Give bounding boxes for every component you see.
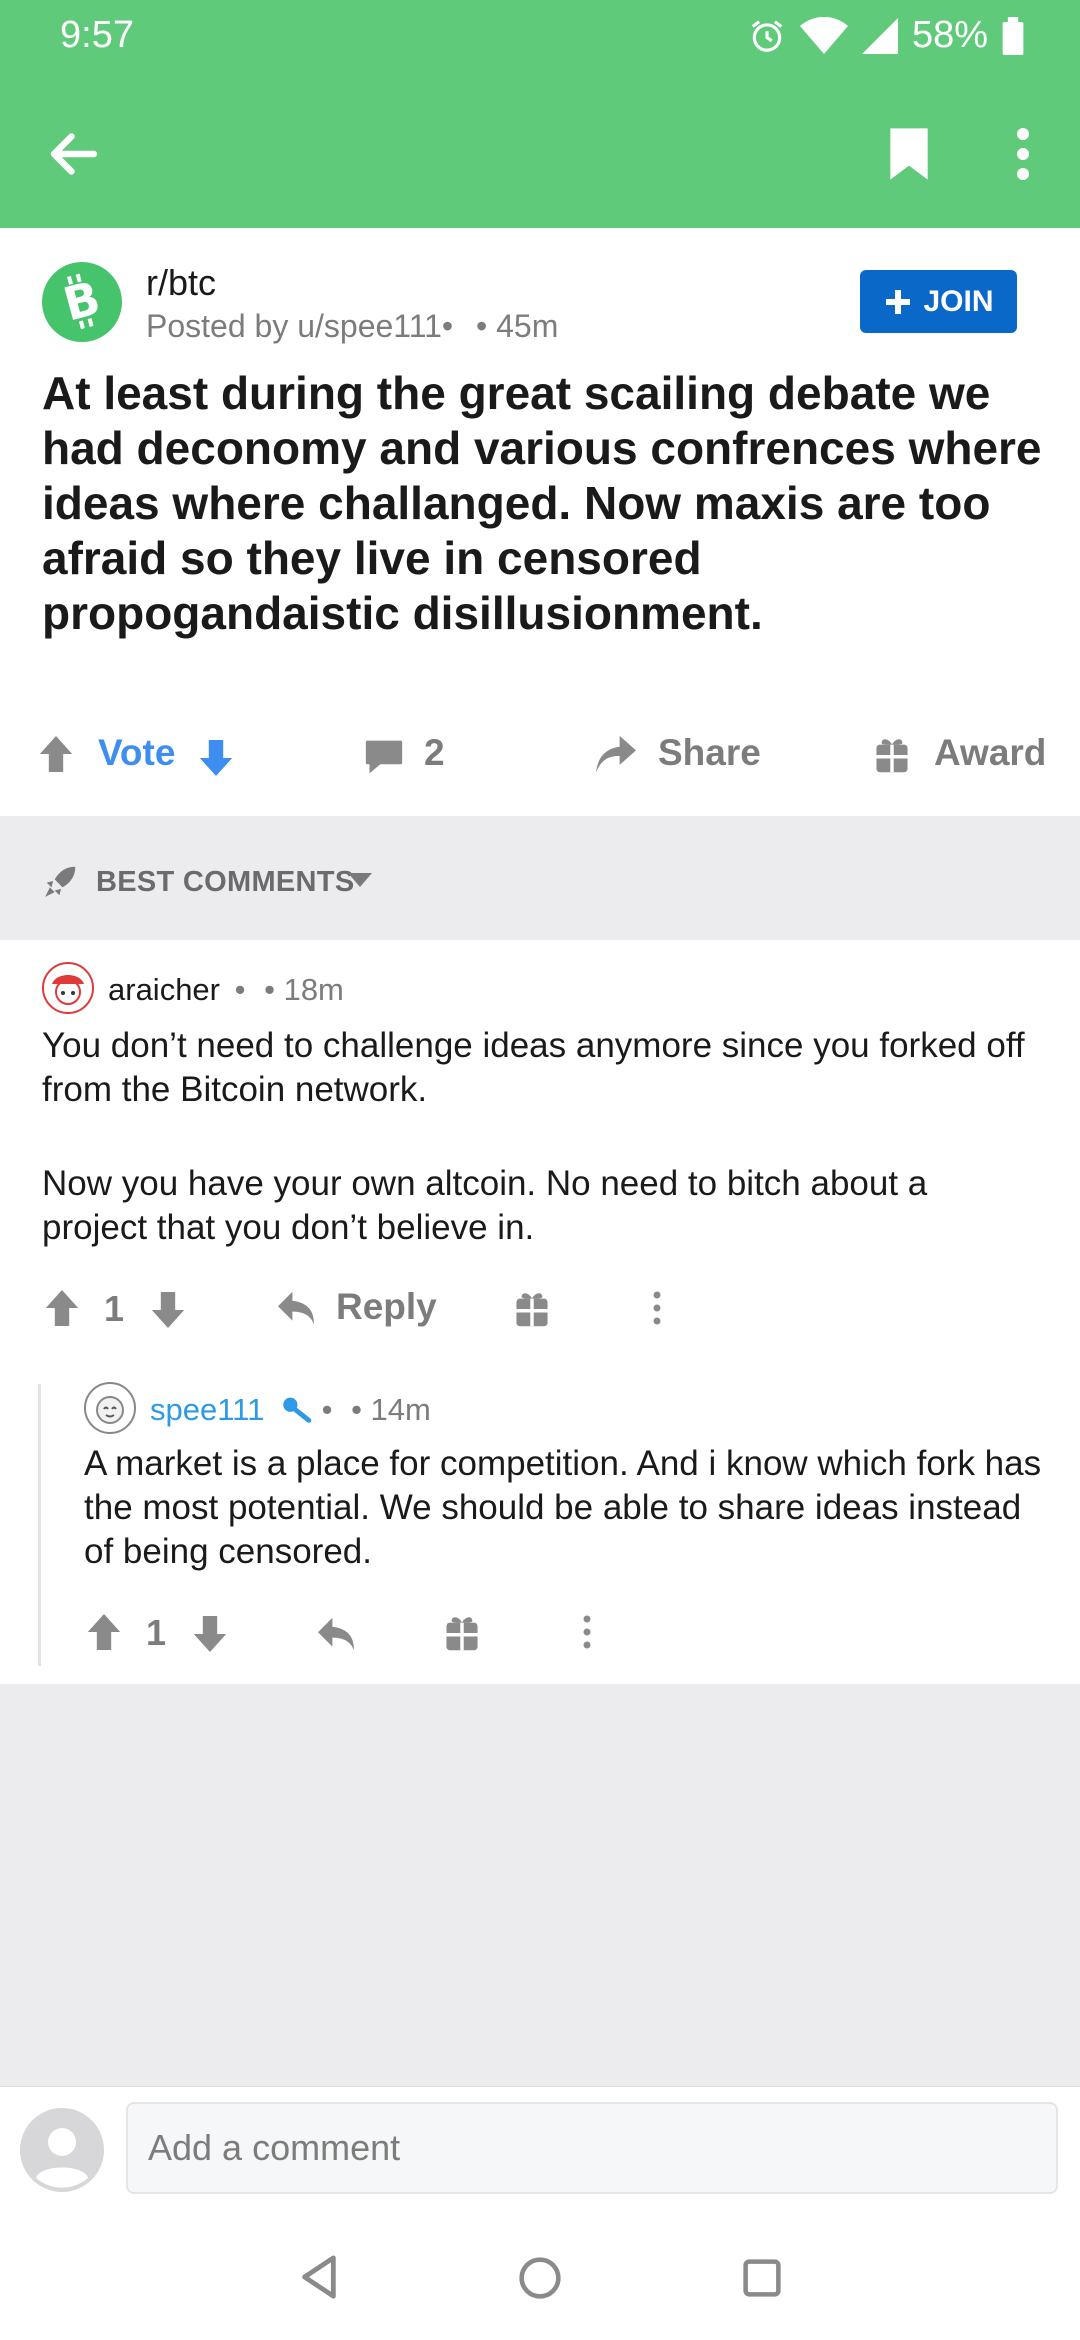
signal-icon — [861, 17, 898, 54]
upvote-icon[interactable] — [38, 734, 74, 774]
status-icons: 58% — [748, 14, 1024, 57]
battery-percent: 58% — [911, 14, 988, 56]
share-icon[interactable] — [594, 734, 638, 774]
thread-line[interactable] — [38, 1384, 41, 1666]
app-header: 9:57 58% — [0, 0, 1080, 228]
meta-separator: • — [234, 972, 246, 1007]
system-nav-bar — [0, 2214, 1080, 2340]
post-age: • 45m — [476, 308, 559, 344]
downvote-icon[interactable] — [198, 738, 234, 778]
comment-input-placeholder: Add a comment — [148, 2127, 401, 2168]
award-gift-icon[interactable] — [514, 1290, 550, 1328]
comment-author[interactable]: spee111 — [150, 1392, 264, 1427]
alarm-icon — [751, 19, 783, 52]
user-avatar-icon[interactable] — [20, 2108, 104, 2192]
post-title: At least during the great scailing debat… — [42, 367, 1042, 639]
award-gift-icon[interactable] — [444, 1614, 480, 1652]
posted-by[interactable]: Posted by u/spee111• — [146, 308, 453, 344]
comment-body: Now you have your own altcoin. No need t… — [42, 1164, 928, 1247]
downvote-icon[interactable] — [150, 1290, 186, 1330]
comment-score: 1 — [104, 1288, 125, 1329]
reply-arrow-icon[interactable] — [276, 1290, 316, 1326]
award-gift-icon[interactable] — [874, 736, 910, 774]
bitcoin-cash-icon: B — [58, 270, 106, 331]
award-label[interactable]: Award — [934, 732, 1046, 774]
post-action-bar: Vote 2 Share Award — [0, 716, 1080, 796]
rocket-icon — [45, 866, 76, 897]
downvote-icon[interactable] — [192, 1614, 228, 1654]
vote-label: Vote — [98, 732, 176, 773]
back-arrow-icon[interactable] — [44, 124, 104, 184]
comment-meta: araicher • • 18m — [108, 972, 344, 1008]
bookmark-icon[interactable] — [888, 126, 930, 182]
sort-label[interactable]: BEST COMMENTS — [96, 866, 354, 899]
battery-icon — [1002, 16, 1024, 55]
join-button[interactable]: JOIN — [860, 270, 1017, 333]
upvote-icon[interactable] — [44, 1288, 80, 1328]
reply-label[interactable]: Reply — [336, 1286, 437, 1328]
comment-age: • 18m — [264, 972, 344, 1007]
meta-separator: • — [321, 1392, 333, 1427]
comment-bubble-icon[interactable] — [364, 738, 404, 776]
wifi-icon — [799, 16, 848, 54]
more-vertical-icon[interactable] — [582, 1614, 592, 1650]
more-vertical-icon[interactable] — [652, 1290, 662, 1326]
add-comment-input[interactable]: Add a comment — [126, 2102, 1058, 2194]
comment-body: A market is a place for competition. And… — [84, 1444, 1042, 1571]
reply-arrow-icon[interactable] — [316, 1616, 356, 1652]
upvote-icon[interactable] — [86, 1612, 122, 1652]
comment-author[interactable]: araicher — [108, 972, 220, 1007]
mic-op-icon — [283, 1397, 312, 1423]
subreddit-icon[interactable]: B — [42, 262, 122, 342]
status-time: 9:57 — [60, 14, 134, 56]
comment-body: You don’t need to challenge ideas anymor… — [42, 1026, 1025, 1109]
avatar[interactable] — [42, 962, 94, 1014]
more-vertical-icon[interactable] — [1008, 126, 1038, 182]
nav-back-triangle-icon[interactable] — [298, 2254, 338, 2300]
empty-area — [0, 1684, 1080, 2086]
caret-down-icon[interactable] — [346, 871, 374, 891]
plus-icon — [886, 289, 911, 314]
subreddit-name[interactable]: r/btc — [146, 262, 216, 304]
nav-recents-square-icon[interactable] — [742, 2258, 782, 2298]
avatar[interactable] — [84, 1382, 136, 1434]
comment-count[interactable]: 2 — [424, 732, 445, 774]
comment-meta: spee111 • • 14m — [150, 1392, 431, 1428]
share-label[interactable]: Share — [658, 732, 761, 774]
nav-home-circle-icon[interactable] — [518, 2256, 562, 2300]
join-label: JOIN — [923, 284, 994, 318]
post-meta: Posted by u/spee111• • 45m — [146, 308, 558, 345]
comment-age: • 14m — [351, 1392, 431, 1427]
comment-score: 1 — [146, 1612, 167, 1653]
